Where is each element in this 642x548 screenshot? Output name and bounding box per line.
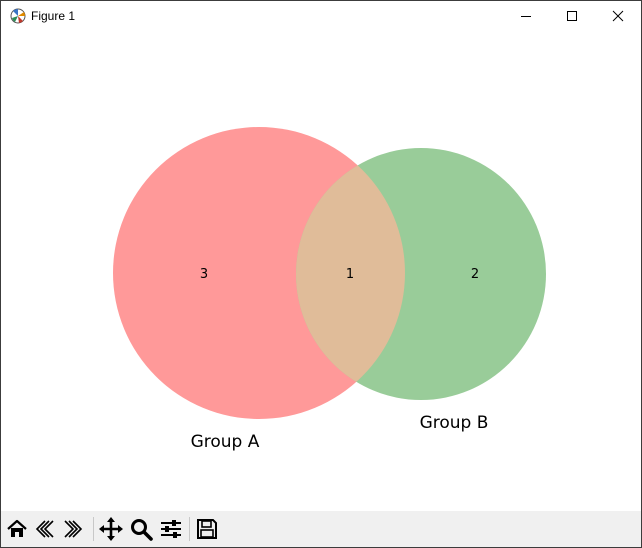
back-button[interactable] [33,517,57,541]
close-button[interactable] [595,1,641,31]
minimize-button[interactable] [503,1,549,31]
save-icon [197,519,217,539]
pan-icon [99,517,123,541]
close-icon [612,10,624,22]
home-icon [7,519,27,537]
maximize-button[interactable] [549,1,595,31]
forward-button[interactable] [61,517,85,541]
home-button[interactable] [5,517,29,541]
maximize-icon [567,11,577,21]
pan-button[interactable] [99,517,123,541]
region-a-only-label: 3 [200,267,208,282]
set-b-label: Group B [420,413,489,433]
matplotlib-icon [9,7,27,25]
navigation-toolbar [1,511,641,547]
toolbar-separator [93,517,94,541]
figure-window: Figure 1 3 1 2 Group A Group B [0,0,642,548]
region-b-only-label: 2 [471,267,479,282]
region-intersection-label: 1 [346,267,354,282]
toolbar-separator [189,517,190,541]
title-bar[interactable]: Figure 1 [1,1,641,31]
configure-subplots-icon [161,520,181,538]
configure-subplots-button[interactable] [159,517,183,541]
venn-diagram: 3 1 2 Group A Group B [113,127,546,452]
zoom-button[interactable] [129,517,153,541]
zoom-icon [131,519,153,541]
window-title: Figure 1 [31,9,76,23]
back-icon [35,520,54,538]
figure-canvas[interactable]: 3 1 2 Group A Group B [1,31,641,511]
save-button[interactable] [195,517,219,541]
forward-icon [64,520,83,538]
set-a-label: Group A [191,432,260,452]
minimize-icon [521,16,531,17]
